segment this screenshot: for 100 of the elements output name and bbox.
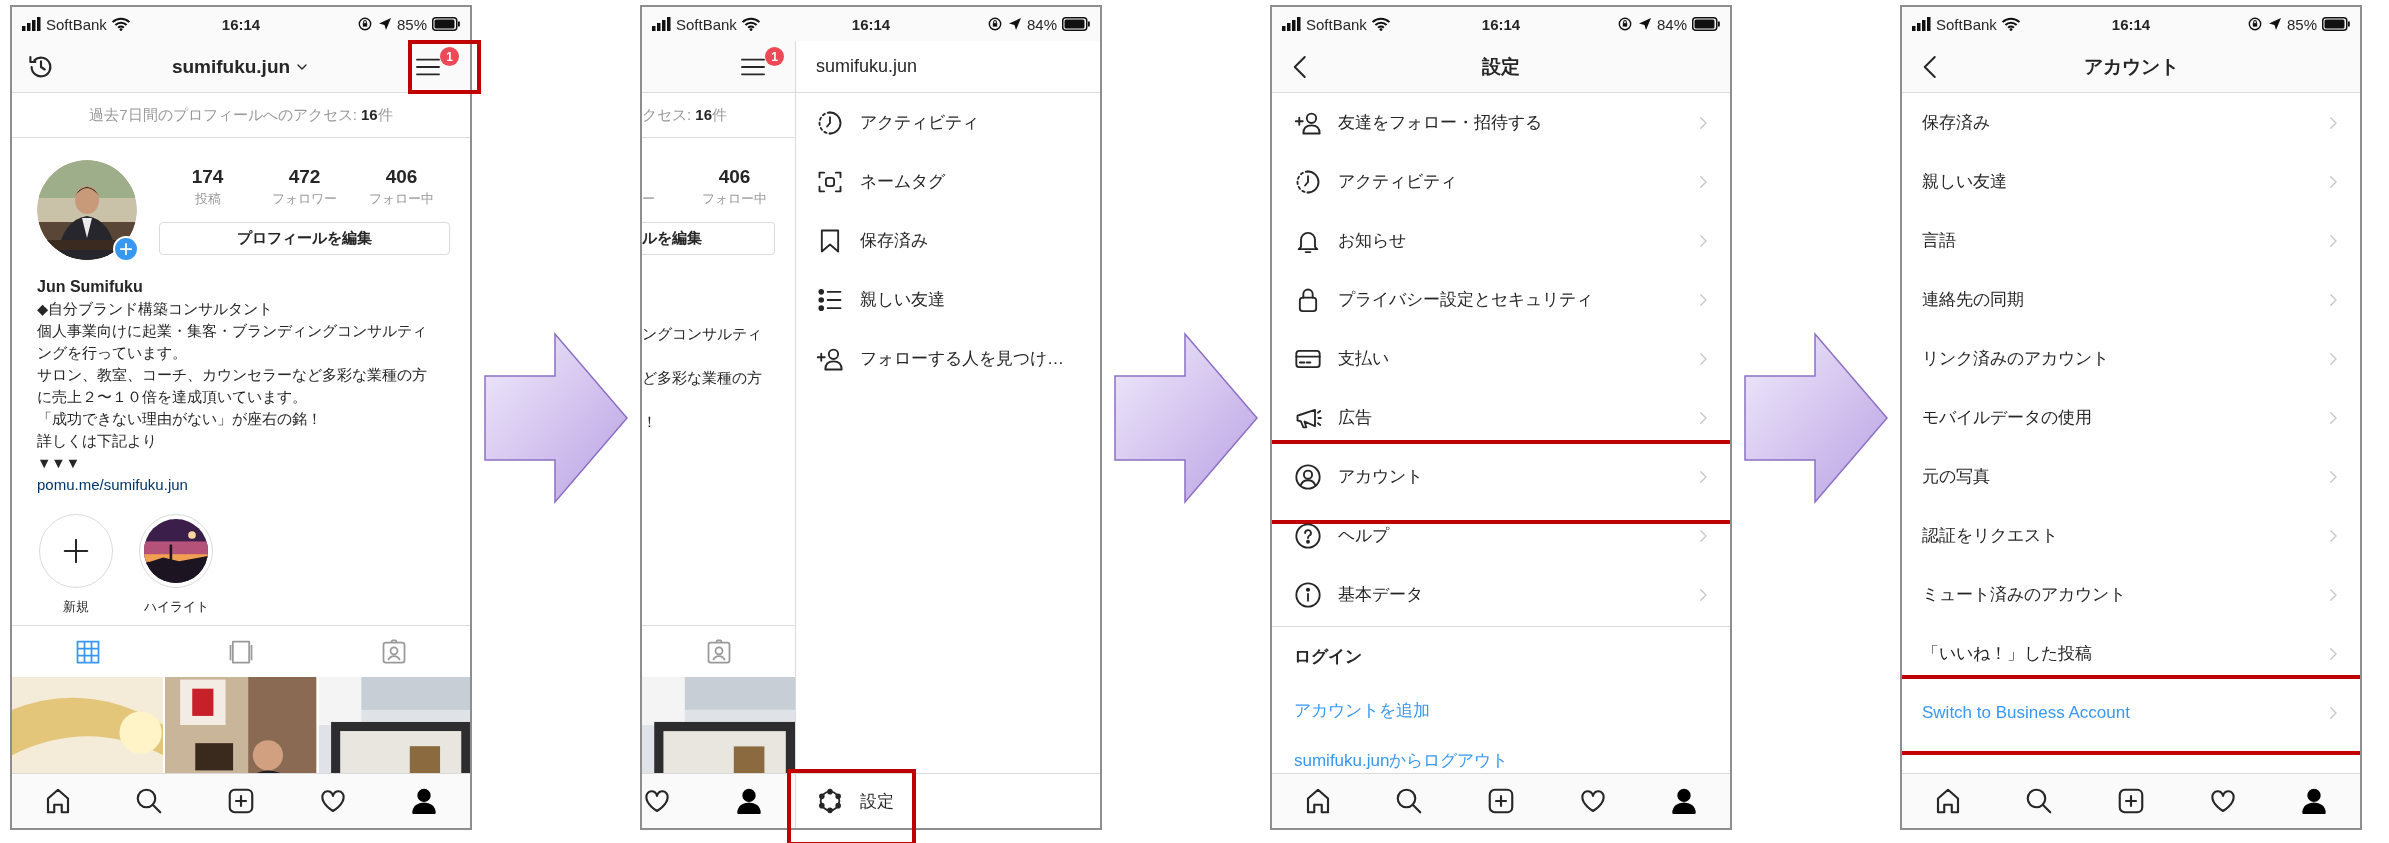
stat-count: 174 bbox=[190, 166, 225, 188]
menu-icon[interactable] bbox=[741, 57, 765, 76]
bio-line: 詳しくは下記より bbox=[37, 432, 158, 451]
bio-line: ングを行っています。 bbox=[37, 344, 188, 363]
clock-time: 16:14 bbox=[221, 15, 261, 33]
carrier-name: SoftBank bbox=[676, 15, 737, 33]
stat-label: ー bbox=[642, 190, 655, 208]
settings-item[interactable]: 言語 bbox=[1922, 229, 2324, 252]
settings-item[interactable]: 親しい友達 bbox=[1922, 170, 2324, 193]
section-heading: ログイン bbox=[1294, 645, 1362, 668]
help-icon bbox=[1294, 521, 1322, 550]
profile-link[interactable]: pomu.me/sumifuku.jun bbox=[37, 476, 188, 493]
menu-item[interactable]: 保存済み bbox=[860, 229, 928, 252]
settings-menu-item[interactable]: 設定 bbox=[860, 789, 894, 813]
edit-profile-button[interactable]: プロフィールを編集 bbox=[159, 222, 450, 255]
rotation-lock-icon bbox=[1616, 17, 1633, 31]
menu-item[interactable]: 親しい友達 bbox=[860, 288, 945, 311]
settings-item[interactable]: 友達をフォロー・招待する bbox=[1338, 111, 1678, 134]
add-post-icon[interactable] bbox=[2116, 786, 2146, 816]
menu-icon[interactable] bbox=[416, 57, 440, 76]
battery-percent: 84% bbox=[1026, 15, 1057, 33]
stat-label: 投稿 bbox=[193, 190, 222, 208]
battery-icon bbox=[1692, 17, 1720, 31]
rotation-lock-icon bbox=[356, 17, 373, 31]
stat-label: フォロー中 bbox=[368, 190, 435, 208]
location-icon bbox=[2267, 17, 2282, 31]
settings-item[interactable]: 基本データ bbox=[1338, 583, 1678, 606]
rotation-lock-icon bbox=[2246, 17, 2263, 31]
settings-item[interactable]: アカウント bbox=[1338, 465, 1678, 488]
battery-percent: 85% bbox=[2286, 15, 2317, 33]
settings-item[interactable]: 保存済み bbox=[1922, 111, 2324, 134]
wifi-icon bbox=[1370, 17, 1391, 31]
edit-profile-button[interactable]: ルを編集 bbox=[642, 222, 775, 255]
screen-title: アカウント bbox=[2083, 54, 2179, 79]
bio-line: 「成功できない理由がない」が座右の銘！ bbox=[37, 410, 323, 429]
username-title[interactable]: sumifuku.jun bbox=[171, 55, 291, 78]
profile-access-text: クセス: 16件 bbox=[642, 105, 728, 125]
menu-item[interactable]: アクティビティ bbox=[860, 111, 979, 134]
bio-line: ！ bbox=[642, 413, 658, 432]
person-circle-icon bbox=[1294, 462, 1322, 491]
clock-time: 16:14 bbox=[1481, 15, 1521, 33]
settings-item[interactable]: 認証をリクエスト bbox=[1922, 524, 2324, 547]
stat-label: フォロー中 bbox=[702, 190, 767, 208]
screen-title: 設定 bbox=[1482, 54, 1520, 79]
profile-icon[interactable] bbox=[734, 786, 764, 816]
stat-count: 406 bbox=[717, 166, 752, 188]
menu-item[interactable]: フォローする人を見つけ… bbox=[860, 347, 1064, 370]
settings-item[interactable]: リンク済みのアカウント bbox=[1922, 347, 2324, 370]
highlight-label: ハイライト bbox=[143, 598, 209, 616]
location-icon bbox=[1007, 17, 1022, 31]
clock-time: 16:14 bbox=[851, 15, 891, 33]
bio-line: ◆自分ブランド構築コンサルタント bbox=[37, 300, 275, 319]
menu-item[interactable]: ネームタグ bbox=[860, 170, 945, 193]
add-post-icon[interactable] bbox=[226, 786, 256, 816]
bio-line: サロン、教室、コーチ、カウンセラーなど多彩な業種の方 bbox=[37, 366, 428, 385]
settings-item[interactable]: モバイルデータの使用 bbox=[1922, 406, 2324, 429]
add-post-icon[interactable] bbox=[1486, 786, 1516, 816]
battery-percent: 85% bbox=[396, 15, 427, 33]
profile-name: Jun Sumifuku bbox=[37, 277, 144, 297]
profile-access-text: 過去7日間のプロフィールへのアクセス: 16件 bbox=[89, 105, 393, 125]
battery-icon bbox=[1062, 17, 1090, 31]
info-icon bbox=[1294, 580, 1322, 609]
bio-line: に売上２〜１０倍を達成頂いています。 bbox=[37, 388, 308, 407]
stat-label: フォロワー bbox=[271, 190, 338, 208]
battery-percent: 84% bbox=[1656, 15, 1687, 33]
location-icon bbox=[377, 17, 392, 31]
wifi-icon bbox=[2000, 17, 2021, 31]
stat-count: 406 bbox=[384, 166, 419, 188]
settings-item[interactable]: プライバシー設定とセキュリティ bbox=[1338, 288, 1678, 311]
settings-item[interactable]: アクティビティ bbox=[1338, 170, 1678, 193]
location-icon bbox=[1637, 17, 1652, 31]
wifi-icon bbox=[740, 17, 761, 31]
settings-item[interactable]: 広告 bbox=[1338, 406, 1678, 429]
add-story-icon[interactable] bbox=[113, 236, 139, 262]
bio-line: ▼▼▼ bbox=[37, 454, 82, 473]
settings-item[interactable]: ヘルプ bbox=[1338, 524, 1678, 547]
clock-time: 16:14 bbox=[2111, 15, 2151, 33]
settings-item[interactable]: 元の写真 bbox=[1922, 465, 2324, 488]
signal-icon bbox=[1282, 17, 1302, 31]
bio-line: ど多彩な業種の方 bbox=[642, 369, 763, 388]
settings-item[interactable]: 「いいね！」した投稿 bbox=[1922, 642, 2324, 665]
bio-line: 個人事業向けに起業・集客・ブランディングコンサルティ bbox=[37, 322, 428, 341]
drawer-username: sumifuku.jun bbox=[816, 56, 918, 77]
settings-item[interactable]: 支払い bbox=[1338, 347, 1678, 370]
carrier-name: SoftBank bbox=[1306, 15, 1367, 33]
settings-item[interactable]: 連絡先の同期 bbox=[1922, 288, 2324, 311]
signal-icon bbox=[652, 17, 672, 31]
plus-icon bbox=[61, 536, 91, 566]
signal-icon bbox=[22, 17, 42, 31]
notification-badge: 1 bbox=[765, 47, 784, 66]
battery-icon bbox=[2322, 17, 2350, 31]
rotation-lock-icon bbox=[986, 17, 1003, 31]
settings-item[interactable]: ミュート済みのアカウント bbox=[1922, 583, 2324, 606]
signal-icon bbox=[1912, 17, 1932, 31]
highlight-label: 新規 bbox=[63, 598, 89, 616]
notification-badge: 1 bbox=[440, 47, 459, 66]
stat-count: 472 bbox=[287, 166, 322, 188]
settings-icon[interactable] bbox=[816, 787, 844, 815]
battery-icon bbox=[432, 17, 460, 31]
settings-item[interactable]: お知らせ bbox=[1338, 229, 1678, 252]
